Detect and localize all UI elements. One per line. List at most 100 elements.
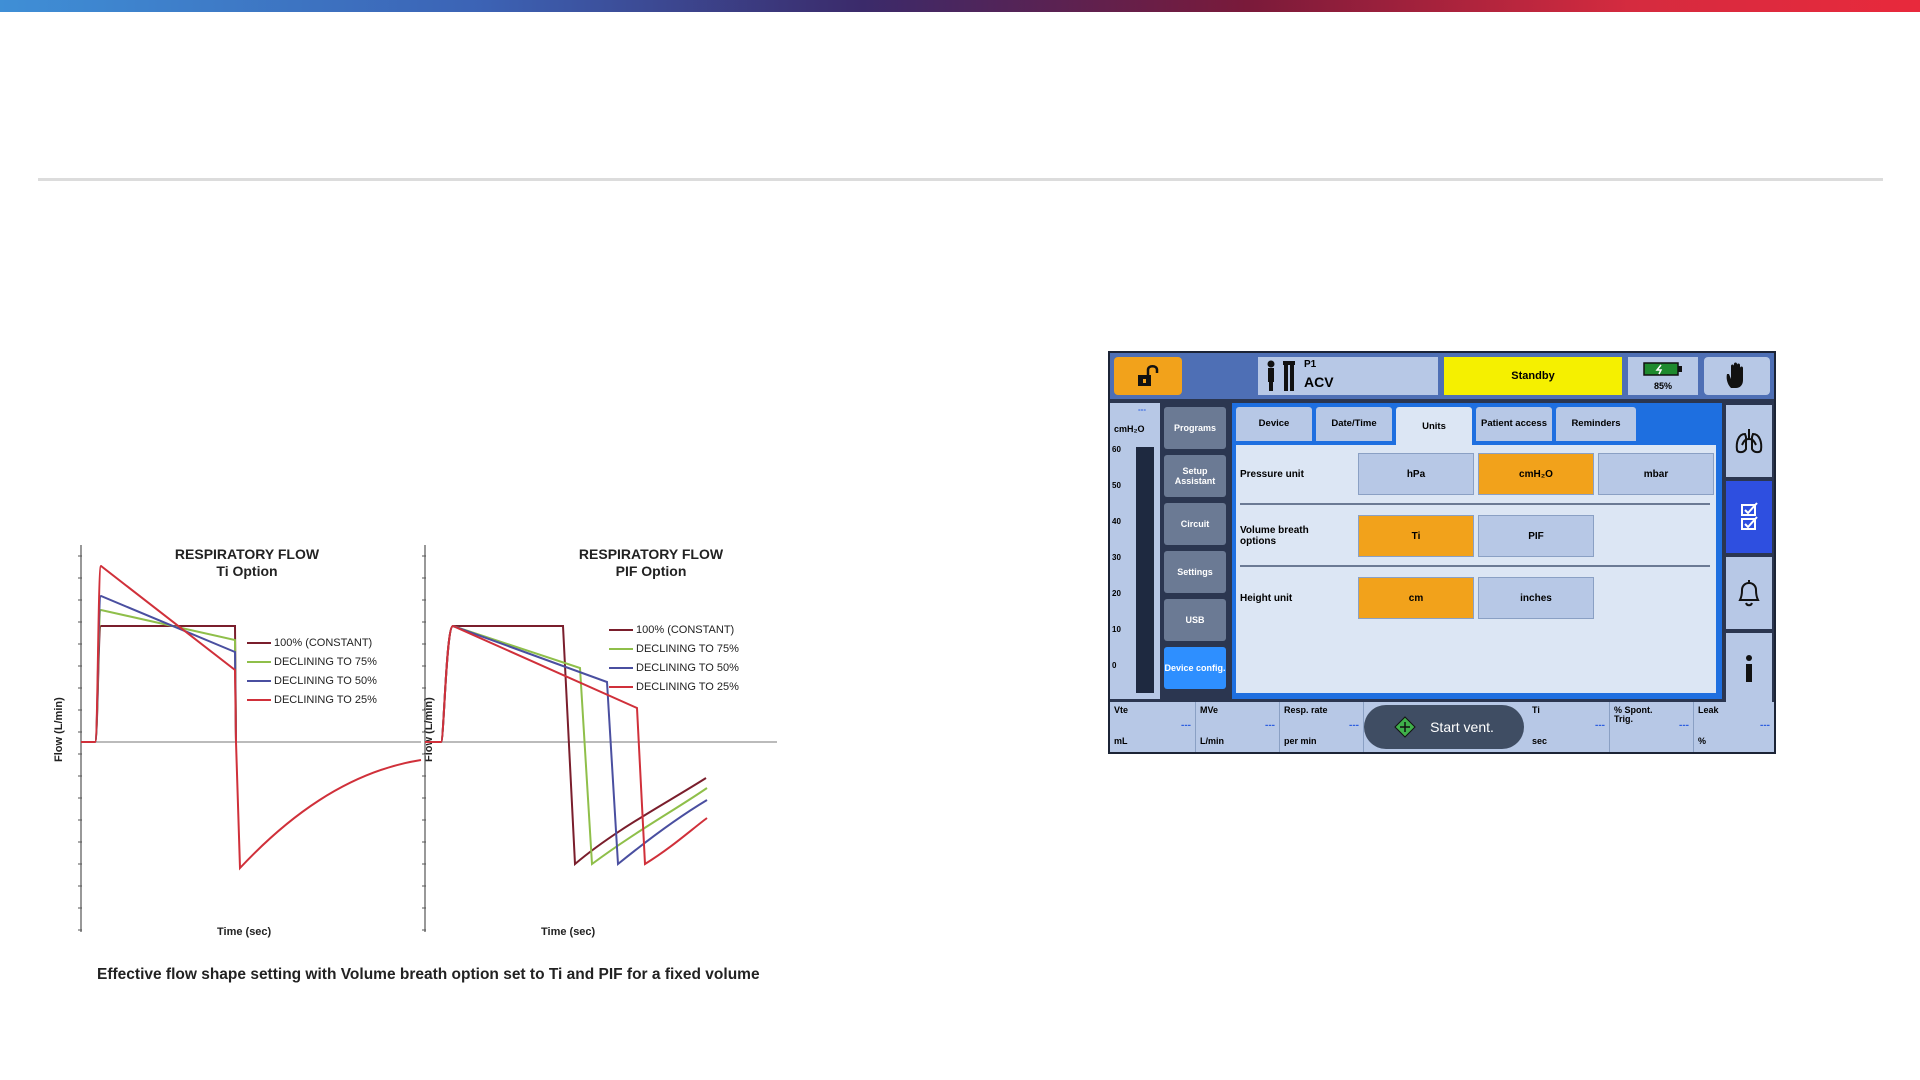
ti-curve-50 [81, 594, 237, 743]
height-unit-label: Height unit [1240, 593, 1293, 604]
pressure-gauge: --- cmH₂O 60 50 40 30 20 10 0 [1110, 403, 1160, 699]
monitor-label: % Spont. Trig. [1614, 705, 1653, 724]
volume-option-ti[interactable]: Ti [1358, 515, 1474, 557]
legend-item: DECLINING TO 75% [247, 652, 377, 671]
pif-plot-svg [422, 545, 777, 932]
checklist-button[interactable] [1726, 481, 1772, 553]
legend-label: DECLINING TO 50% [636, 661, 739, 674]
status-standby: Standby [1444, 357, 1622, 395]
monitor-unit: mL [1114, 736, 1128, 746]
hand-icon [1726, 362, 1743, 388]
nav-settings[interactable]: Settings [1164, 551, 1226, 593]
start-vent-button[interactable]: Start vent. [1364, 705, 1524, 749]
monitor-label: Resp. rate [1284, 705, 1328, 715]
legend-swatch [609, 647, 633, 650]
gauge-tick: 20 [1112, 589, 1121, 598]
monitor-label: Ti [1532, 705, 1540, 715]
unlock-icon [1138, 365, 1159, 386]
volume-breath-label: Volume breath options [1240, 525, 1309, 547]
gauge-unit: cmH₂O [1114, 424, 1145, 434]
ti-curve-75 [81, 608, 237, 743]
header-divider [38, 178, 1883, 181]
gauge-top-value: --- [1138, 405, 1146, 414]
tab-device[interactable]: Device [1236, 407, 1312, 441]
pressure-option-hpa[interactable]: hPa [1358, 453, 1474, 495]
legend-item: DECLINING TO 75% [609, 639, 739, 658]
device-left-nav: Programs Setup Assistant Circuit Setting… [1160, 403, 1230, 699]
legend-swatch [247, 660, 271, 663]
legend-item: DECLINING TO 50% [609, 658, 739, 677]
figure-caption: Effective flow shape setting with Volume… [97, 966, 760, 983]
ventilator-screen: P1 ACV Standby 85% --- cmH₂O 60 50 40 30… [1108, 351, 1776, 754]
battery-indicator: 85% [1628, 357, 1698, 395]
legend-item: DECLINING TO 25% [609, 677, 739, 696]
monitor-unit: per min [1284, 736, 1317, 746]
alarm-pause-button[interactable] [1704, 357, 1770, 395]
tab-date-time[interactable]: Date/Time [1316, 407, 1392, 441]
legend-item: DECLINING TO 50% [247, 671, 377, 690]
nav-device-config[interactable]: Device config. [1164, 647, 1226, 689]
pressure-option-cmh2o[interactable]: cmH₂O [1478, 453, 1594, 495]
device-config-panel: Device Date/Time Units Patient access Re… [1232, 403, 1722, 699]
nav-programs[interactable]: Programs [1164, 407, 1226, 449]
patient-id: P1 [1304, 359, 1317, 370]
monitor-value: --- [1181, 720, 1191, 731]
nav-circuit[interactable]: Circuit [1164, 503, 1226, 545]
pressure-option-mbar[interactable]: mbar [1598, 453, 1714, 495]
patient-mode-box: P1 ACV [1258, 357, 1438, 395]
pif-option-plot: RESPIRATORY FLOW PIF Option Flow (L/min)… [422, 540, 835, 950]
settings-divider [1240, 503, 1710, 505]
legend-label: 100% (CONSTANT) [274, 636, 373, 649]
ti-option-plot: RESPIRATORY FLOW Ti Option Flow (L/min) … [45, 540, 425, 950]
monitor-label: Vte [1114, 705, 1129, 715]
legend-swatch [247, 641, 271, 644]
legend-label: DECLINING TO 75% [274, 655, 377, 668]
nav-usb[interactable]: USB [1164, 599, 1226, 641]
battery-icon [1643, 362, 1682, 376]
monitor-value: --- [1265, 720, 1275, 731]
monitor-unit: % [1698, 736, 1707, 746]
patient-circuit-icon [1267, 360, 1295, 391]
legend-swatch [609, 628, 633, 631]
checklist-icon [1741, 502, 1758, 530]
monitor-vte: Vte mL --- [1110, 702, 1196, 752]
gauge-tick: 50 [1112, 481, 1121, 490]
legend-item: DECLINING TO 25% [247, 690, 377, 709]
monitor-label: Leak [1698, 705, 1719, 715]
alarm-button[interactable] [1726, 557, 1772, 629]
legend-swatch [247, 698, 271, 701]
monitor-resp-rate: Resp. rate per min --- [1280, 702, 1364, 752]
legend-label: DECLINING TO 75% [636, 642, 739, 655]
unlock-button[interactable] [1114, 357, 1182, 395]
tab-units[interactable]: Units [1396, 407, 1472, 447]
lungs-button[interactable] [1726, 405, 1772, 477]
gauge-tick: 10 [1112, 625, 1121, 634]
ti-plot-svg [78, 545, 422, 932]
legend-swatch [609, 666, 633, 669]
tab-patient-access[interactable]: Patient access [1476, 407, 1552, 441]
nav-setup-assistant[interactable]: Setup Assistant [1164, 455, 1226, 497]
height-option-cm[interactable]: cm [1358, 577, 1474, 619]
gauge-bar [1136, 447, 1154, 693]
device-status-bar: P1 ACV Standby 85% [1110, 353, 1774, 399]
legend-label: DECLINING TO 50% [274, 674, 377, 687]
pressure-unit-label: Pressure unit [1240, 469, 1304, 480]
monitor-unit: sec [1532, 736, 1548, 746]
monitor-spont-trig: % Spont. Trig. --- [1610, 702, 1694, 752]
monitor-unit: L/min [1200, 736, 1224, 746]
monitor-value: --- [1679, 720, 1689, 731]
monitoring-bar: Vte mL --- MVe L/min --- Resp. rate per … [1110, 702, 1774, 752]
info-button[interactable] [1726, 633, 1772, 705]
legend-item: 100% (CONSTANT) [609, 620, 739, 639]
volume-option-pif[interactable]: PIF [1478, 515, 1594, 557]
gauge-tick: 30 [1112, 553, 1121, 562]
monitor-label: MVe [1200, 705, 1219, 715]
top-accent-bar [0, 0, 1920, 12]
height-option-inches[interactable]: inches [1478, 577, 1594, 619]
legend-swatch [609, 685, 633, 688]
legend-item: 100% (CONSTANT) [247, 633, 377, 652]
respiratory-flow-figure: RESPIRATORY FLOW Ti Option Flow (L/min) … [45, 540, 835, 983]
tab-reminders[interactable]: Reminders [1556, 407, 1636, 441]
monitor-mve: MVe L/min --- [1196, 702, 1280, 752]
legend-label: 100% (CONSTANT) [636, 623, 735, 636]
